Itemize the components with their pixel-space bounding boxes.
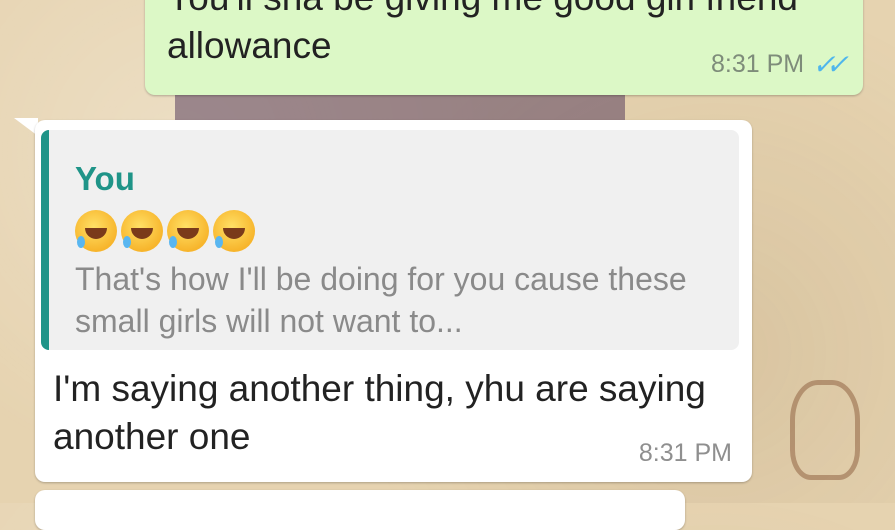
- incoming-message-bubble[interactable]: You That's how I'll be doing for you cau…: [35, 120, 752, 482]
- next-message-bubble[interactable]: [35, 490, 685, 530]
- quoted-emoji-row: [75, 210, 255, 252]
- outgoing-message-bubble[interactable]: You'll sha be giving me good girl friend…: [145, 0, 863, 95]
- quote-accent-bar: [41, 130, 49, 350]
- rolling-on-floor-laughing-emoji-icon: [121, 210, 163, 252]
- incoming-message-text: I'm saying another thing, yhu are saying…: [53, 368, 706, 457]
- incoming-message-time: 8:31 PM: [638, 439, 732, 467]
- rolling-on-floor-laughing-emoji-icon: [213, 210, 255, 252]
- rolling-on-floor-laughing-emoji-icon: [167, 210, 209, 252]
- quoted-message-text: That's how I'll be doing for you cause t…: [75, 261, 687, 339]
- quoted-message-author: You: [75, 160, 135, 197]
- quoted-message[interactable]: You That's how I'll be doing for you cau…: [41, 130, 739, 350]
- wallpaper-doodle: [790, 380, 860, 480]
- rolling-on-floor-laughing-emoji-icon: [75, 210, 117, 252]
- double-check-read-icon: ✓✓: [812, 49, 849, 80]
- outgoing-message-time: 8:31 PM: [710, 50, 805, 78]
- outgoing-message-meta: 8:31 PM ✓✓: [710, 48, 849, 81]
